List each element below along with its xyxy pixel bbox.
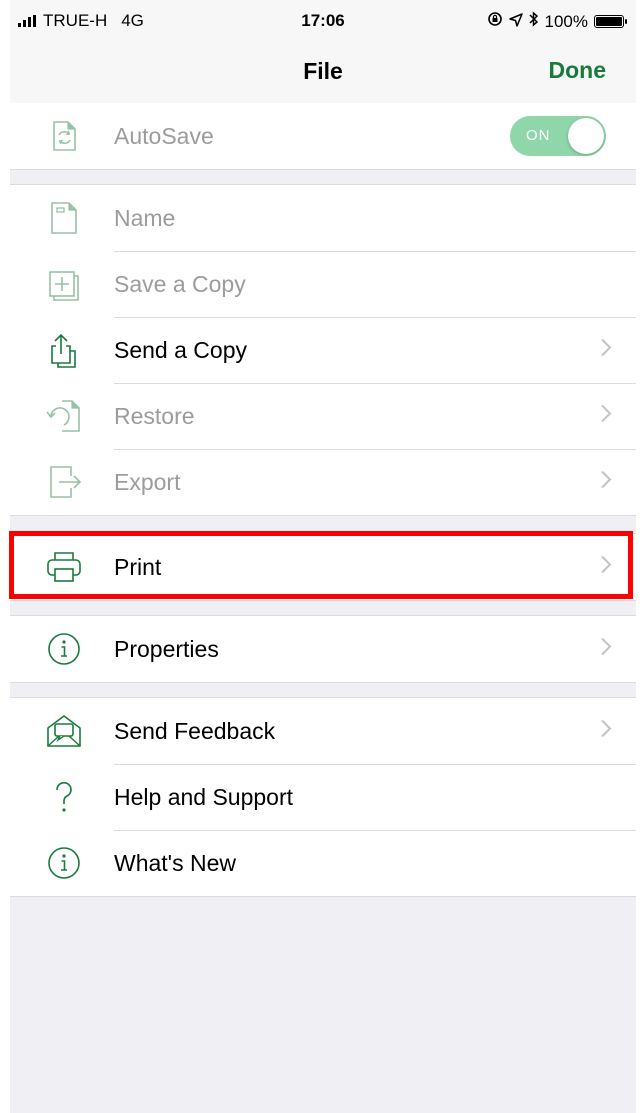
file-actions-group: Name Save a Copy Send a Copy Restore Exp… (10, 184, 636, 516)
chevron-right-icon (600, 470, 612, 495)
list-item-export: Export (10, 449, 636, 515)
properties-group: Properties (10, 615, 636, 683)
list-item-restore: Restore (10, 383, 636, 449)
list-item-send-feedback[interactable]: Send Feedback (10, 698, 636, 764)
list-item-label: Restore (114, 402, 195, 429)
document-icon (44, 198, 84, 238)
list-item-label: Send Feedback (114, 717, 276, 744)
status-bar: TRUE-H 4G 17:06 100% (10, 0, 636, 42)
list-item-label: Save a Copy (114, 270, 246, 297)
chevron-right-icon (600, 404, 612, 429)
restore-icon (44, 396, 84, 436)
autosave-icon (44, 116, 84, 156)
toggle-knob (568, 118, 604, 154)
list-item-label: Name (114, 204, 176, 231)
export-icon (44, 462, 84, 502)
list-item-label: Print (114, 553, 162, 580)
autosave-toggle[interactable]: ON (510, 116, 606, 156)
list-item-properties[interactable]: Properties (10, 616, 636, 682)
list-item-label: Help and Support (114, 783, 294, 810)
list-item-label: What's New (114, 849, 236, 876)
list-item-send-a-copy[interactable]: Send a Copy (10, 317, 636, 383)
autosave-label: AutoSave (114, 122, 214, 149)
save-copy-icon (44, 264, 84, 304)
list-item-label: Export (114, 468, 181, 495)
nav-bar: File Done (10, 42, 636, 104)
info-icon (44, 843, 84, 883)
page-title: File (303, 58, 343, 84)
chevron-right-icon (600, 338, 612, 363)
feedback-icon (44, 711, 84, 751)
list-item-name: Name (10, 185, 636, 251)
print-group: Print (10, 533, 636, 601)
done-button[interactable]: Done (549, 57, 607, 84)
list-item-help-and-support[interactable]: Help and Support (10, 764, 636, 830)
chevron-right-icon (600, 719, 612, 744)
orientation-lock-icon (487, 11, 503, 32)
question-icon (44, 777, 84, 817)
printer-icon (44, 547, 84, 587)
autosave-group: AutoSave ON (10, 103, 636, 170)
chevron-right-icon (600, 637, 612, 662)
battery-percent: 100% (544, 11, 588, 31)
list-item-save-a-copy: Save a Copy (10, 251, 636, 317)
list-item-whats-new[interactable]: What's New (10, 830, 636, 896)
location-icon (508, 12, 523, 32)
list-item-label: Properties (114, 635, 219, 662)
autosave-row: AutoSave ON (10, 103, 636, 169)
info-icon (44, 629, 84, 669)
battery-icon (594, 15, 627, 28)
status-right: 100% (487, 11, 627, 32)
chevron-right-icon (600, 555, 612, 580)
toggle-on-text: ON (526, 127, 551, 144)
list-item-label: Send a Copy (114, 336, 247, 363)
app-frame: TRUE-H 4G 17:06 100% File Done AutoSave … (9, 0, 636, 1113)
share-icon (44, 330, 84, 370)
bluetooth-icon (528, 11, 539, 32)
list-item-print[interactable]: Print (10, 534, 636, 600)
support-group: Send Feedback Help and Support What's Ne… (10, 697, 636, 897)
